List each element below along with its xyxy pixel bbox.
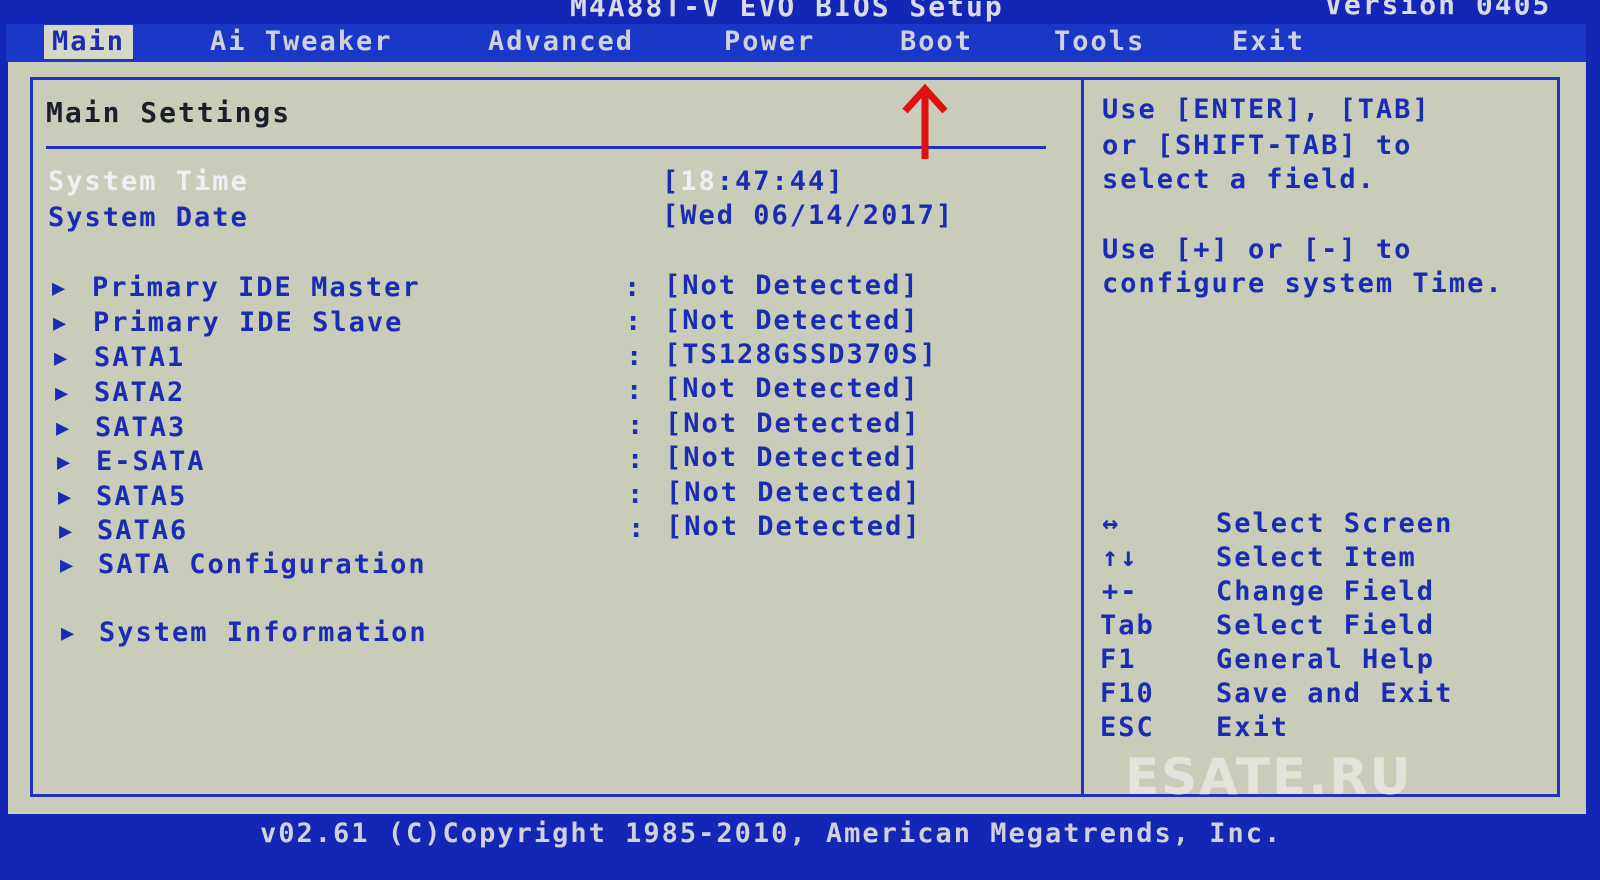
drive-value: [Not Detected] xyxy=(665,408,921,439)
drive-label[interactable]: Primary IDE Slave xyxy=(93,307,403,338)
bios-title: M4A88T-V EVO BIOS Setup xyxy=(570,0,1004,23)
system-information-item[interactable]: System Information xyxy=(99,617,428,648)
system-date-value[interactable]: [Wed 06/14/2017] xyxy=(662,200,954,231)
system-time-value[interactable]: [18:47:44] xyxy=(662,166,845,197)
key-desc: Change Field xyxy=(1216,576,1436,607)
system-date-label[interactable]: System Date xyxy=(48,202,249,233)
drive-value: [Not Detected] xyxy=(664,305,920,336)
separator-colon: : xyxy=(628,513,645,544)
tab-boot[interactable]: Boot xyxy=(892,25,981,59)
key-desc: Select Item xyxy=(1216,542,1417,573)
bios-screen: M4A88T-V EVO BIOS Setup Version 0405 Mai… xyxy=(0,0,1600,880)
section-title: Main Settings xyxy=(46,96,292,129)
key-select-item-icon: ↑↓ xyxy=(1102,542,1139,573)
help-text: or [SHIFT-TAB] to xyxy=(1102,130,1413,161)
key-desc: Select Screen xyxy=(1216,508,1454,539)
sata-configuration-item[interactable]: SATA Configuration xyxy=(98,549,427,580)
copyright-text: v02.61 (C)Copyright 1985-2010, American … xyxy=(260,818,1283,849)
separator-colon: : xyxy=(627,444,644,475)
submenu-arrow-icon: ▶ xyxy=(60,553,74,578)
drive-value: [Not Detected] xyxy=(666,511,922,542)
drive-label[interactable]: E-SATA xyxy=(96,446,206,477)
drive-value: [Not Detected] xyxy=(664,270,920,301)
tab-ai-tweaker[interactable]: Ai Tweaker xyxy=(202,25,401,59)
tab-tools[interactable]: Tools xyxy=(1046,25,1153,59)
submenu-arrow-icon: ▶ xyxy=(57,450,71,475)
section-divider xyxy=(46,146,1046,149)
drive-value: [Not Detected] xyxy=(664,373,920,404)
drive-label[interactable]: SATA3 xyxy=(95,412,186,443)
drive-value: [TS128GSSD370S] xyxy=(664,339,938,370)
help-text: Use [ENTER], [TAB] xyxy=(1102,94,1431,125)
submenu-arrow-icon: ▶ xyxy=(54,346,68,371)
separator-colon: : xyxy=(627,479,644,510)
separator-colon: : xyxy=(625,306,642,337)
separator-colon: : xyxy=(626,341,643,372)
watermark: ESATE.RU xyxy=(1125,748,1413,806)
key-label: Tab xyxy=(1100,610,1155,641)
key-label: F1 xyxy=(1100,644,1137,675)
drive-label[interactable]: SATA6 xyxy=(97,515,188,546)
footer-bar: v02.61 (C)Copyright 1985-2010, American … xyxy=(30,814,1570,864)
drive-label[interactable]: SATA1 xyxy=(94,342,185,373)
tab-exit[interactable]: Exit xyxy=(1224,25,1313,59)
help-text: configure system Time. xyxy=(1102,268,1504,299)
key-desc: Exit xyxy=(1216,712,1290,743)
drive-label[interactable]: SATA5 xyxy=(96,481,187,512)
system-time-label[interactable]: System Time xyxy=(48,166,249,197)
drive-value: [Not Detected] xyxy=(666,477,922,508)
separator-colon: : xyxy=(626,375,643,406)
key-select-screen-icon: ↔ xyxy=(1102,508,1121,539)
submenu-arrow-icon: ▶ xyxy=(56,416,70,441)
submenu-arrow-icon: ▶ xyxy=(61,621,75,646)
submenu-arrow-icon: ▶ xyxy=(52,276,66,301)
separator-colon: : xyxy=(624,272,641,303)
key-desc: Select Field xyxy=(1216,610,1436,641)
drive-label[interactable]: SATA2 xyxy=(94,377,185,408)
menu-bar: Main Ai Tweaker Advanced Power Boot Tool… xyxy=(6,24,1586,62)
title-bar: M4A88T-V EVO BIOS Setup Version 0405 xyxy=(0,0,1600,24)
submenu-arrow-icon: ▶ xyxy=(58,485,72,510)
key-label: F10 xyxy=(1100,678,1155,709)
annotation-arrow-icon xyxy=(902,83,948,159)
submenu-arrow-icon: ▶ xyxy=(53,311,67,336)
submenu-arrow-icon: ▶ xyxy=(59,519,73,544)
drive-label[interactable]: Primary IDE Master xyxy=(92,272,421,303)
tab-power[interactable]: Power xyxy=(716,25,823,59)
drive-value: [Not Detected] xyxy=(665,442,921,473)
tab-advanced[interactable]: Advanced xyxy=(480,25,642,59)
separator-colon: : xyxy=(627,410,644,441)
key-label: ESC xyxy=(1100,712,1155,743)
help-text: select a field. xyxy=(1102,164,1376,195)
panel-divider xyxy=(1081,77,1084,797)
key-desc: Save and Exit xyxy=(1216,678,1454,709)
system-time-hour[interactable]: 18 xyxy=(680,166,717,197)
bios-version: Version 0405 xyxy=(1325,0,1552,21)
key-change-field-icon: +- xyxy=(1102,576,1139,607)
key-desc: General Help xyxy=(1216,644,1436,675)
help-text: Use [+] or [-] to xyxy=(1102,234,1413,265)
tab-main[interactable]: Main xyxy=(44,25,134,59)
submenu-arrow-icon: ▶ xyxy=(55,381,69,406)
